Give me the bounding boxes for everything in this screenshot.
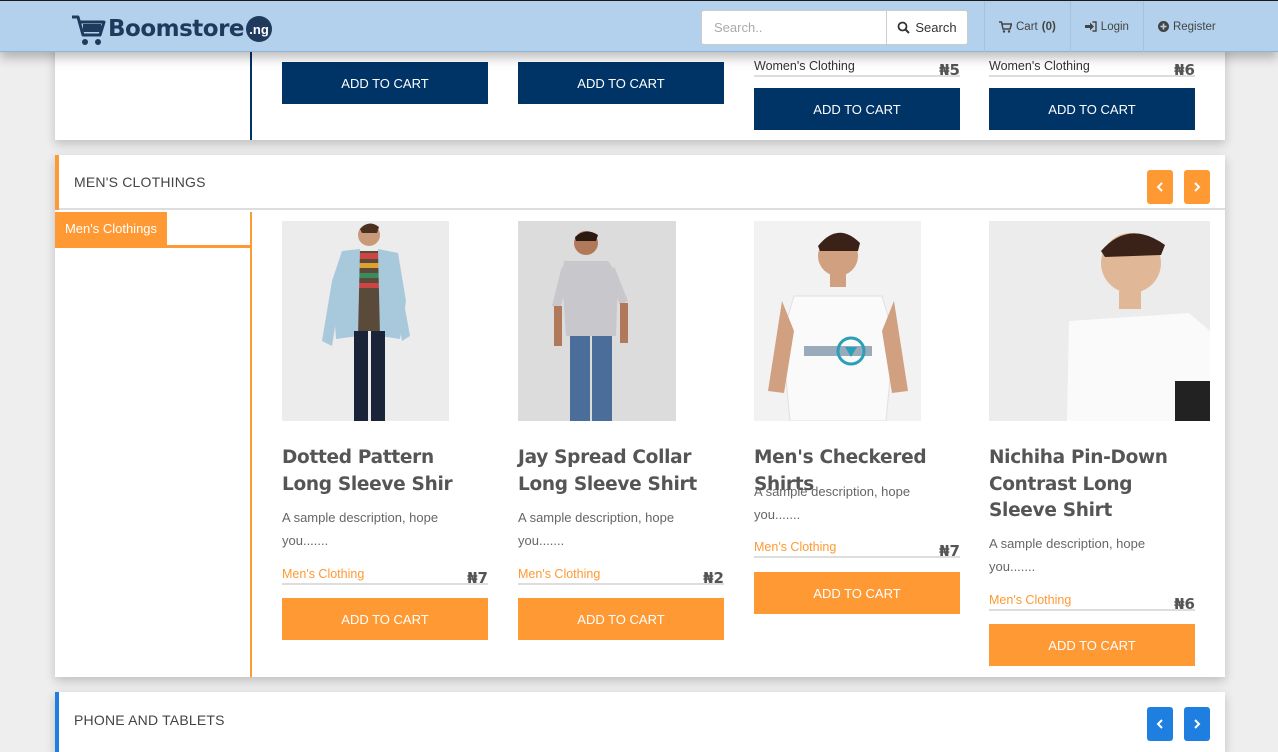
product-title[interactable]: Jay Spread Collar Long Sleeve Shirt xyxy=(518,445,724,498)
mens-section: MEN'S CLOTHINGS Men's Clothings Dotted P… xyxy=(55,155,1225,677)
site-logo[interactable]: Boomstore .ng xyxy=(70,9,273,49)
add-to-cart-button[interactable]: ADD TO CART xyxy=(518,62,724,104)
product-image[interactable] xyxy=(518,221,676,421)
product-photo-denim-jacket xyxy=(282,221,449,421)
product-meta: Women's Clothing ₦6 xyxy=(989,57,1195,79)
shopping-cart-icon xyxy=(999,20,1012,33)
product-meta: Men's Clothing ₦7 xyxy=(282,565,488,587)
product-title[interactable]: Dotted Pattern Long Sleeve Shir xyxy=(282,445,488,498)
plus-circle-icon xyxy=(1157,21,1169,32)
price: ₦6 xyxy=(1174,61,1195,79)
cart-logo-icon xyxy=(72,15,106,45)
section-divider xyxy=(250,40,252,140)
add-to-cart-button[interactable]: ADD TO CART xyxy=(754,88,960,130)
product-meta: Men's Clothing ₦2 xyxy=(518,565,724,587)
category-link[interactable]: Men's Clothing xyxy=(754,538,836,556)
register-label: Register xyxy=(1172,20,1216,33)
sign-in-icon xyxy=(1084,21,1097,32)
add-to-cart-button[interactable]: ADD TO CART xyxy=(282,598,488,640)
prev-button[interactable] xyxy=(1147,170,1173,204)
product-image[interactable] xyxy=(754,221,921,421)
sidebar-tab-mens-clothings[interactable]: Men's Clothings xyxy=(55,212,167,245)
product-meta: Men's Clothing ₦7 xyxy=(754,538,960,560)
product-description: A sample description, hope you....... xyxy=(518,510,675,548)
cart-link[interactable]: Cart (0) xyxy=(984,1,1070,52)
chevron-right-icon xyxy=(1194,719,1201,729)
add-to-cart-button[interactable]: ADD TO CART xyxy=(754,572,960,614)
section-header: PHONE AND TABLETS xyxy=(55,692,1225,752)
category-link[interactable]: Women's Clothing xyxy=(754,57,855,75)
chevron-left-icon xyxy=(1156,182,1163,192)
section-title: PHONE AND TABLETS xyxy=(74,712,225,728)
chevron-right-icon xyxy=(1194,182,1201,192)
product-image[interactable] xyxy=(282,221,449,421)
category-link[interactable]: Men's Clothing xyxy=(989,591,1071,609)
price: ₦7 xyxy=(467,569,488,587)
product-photo-printed-tee xyxy=(754,221,921,421)
logo-text: Boomstore xyxy=(108,16,245,42)
add-to-cart-button[interactable]: ADD TO CART xyxy=(989,624,1195,666)
category-link[interactable]: Men's Clothing xyxy=(282,565,364,583)
section-header: MEN'S CLOTHINGS xyxy=(55,155,1225,210)
product-meta: Men's Clothing ₦6 xyxy=(989,591,1195,613)
add-to-cart-button[interactable]: ADD TO CART xyxy=(518,598,724,640)
add-to-cart-button[interactable]: ADD TO CART xyxy=(989,88,1195,130)
top-navbar: Boomstore .ng Search Cart (0) Lo xyxy=(0,0,1278,52)
product-title[interactable]: Nichiha Pin-Down Contrast Long Sleeve Sh… xyxy=(989,445,1195,525)
product-description: A sample description, hope you....... xyxy=(282,510,439,548)
search-icon xyxy=(897,21,911,34)
product-description: A sample description, hope you....... xyxy=(989,536,1146,574)
search-form: Search xyxy=(701,10,968,45)
add-to-cart-button[interactable]: ADD TO CART xyxy=(282,62,488,104)
next-button[interactable] xyxy=(1184,170,1210,204)
phones-section: PHONE AND TABLETS xyxy=(55,692,1225,752)
category-link[interactable]: Women's Clothing xyxy=(989,57,1090,75)
category-link[interactable]: Men's Clothing xyxy=(518,565,600,583)
product-image[interactable] xyxy=(989,221,1210,421)
chevron-left-icon xyxy=(1156,719,1163,729)
login-link[interactable]: Login xyxy=(1069,1,1143,52)
womens-section: ADD TO CART ADD TO CART Women's Clothing… xyxy=(55,40,1225,140)
register-link[interactable]: Register xyxy=(1142,1,1230,52)
search-button[interactable]: Search xyxy=(887,10,968,45)
product-photo-grey-tee xyxy=(518,221,676,421)
cart-label: Cart xyxy=(1016,20,1038,33)
nav-links: Cart (0) Login Register xyxy=(984,1,1230,52)
product-description: A sample description, hope you....... xyxy=(754,484,911,522)
search-button-label: Search xyxy=(915,20,957,35)
price: ₦7 xyxy=(939,542,960,560)
price: ₦5 xyxy=(939,61,960,79)
header-accent xyxy=(55,155,59,210)
prev-button[interactable] xyxy=(1147,707,1173,741)
section-title: MEN'S CLOTHINGS xyxy=(74,174,206,190)
logo-badge: .ng xyxy=(246,16,273,42)
sidebar-underline xyxy=(55,245,250,248)
price: ₦2 xyxy=(703,569,724,587)
price: ₦6 xyxy=(1174,595,1195,613)
cart-count: (0) xyxy=(1041,20,1056,33)
product-photo-white-tee xyxy=(989,221,1210,421)
product-meta: Women's Clothing ₦5 xyxy=(754,57,960,79)
login-label: Login xyxy=(1100,20,1129,33)
search-input[interactable] xyxy=(701,10,887,45)
next-button[interactable] xyxy=(1184,707,1210,741)
section-divider xyxy=(250,212,252,677)
header-accent xyxy=(55,692,59,752)
